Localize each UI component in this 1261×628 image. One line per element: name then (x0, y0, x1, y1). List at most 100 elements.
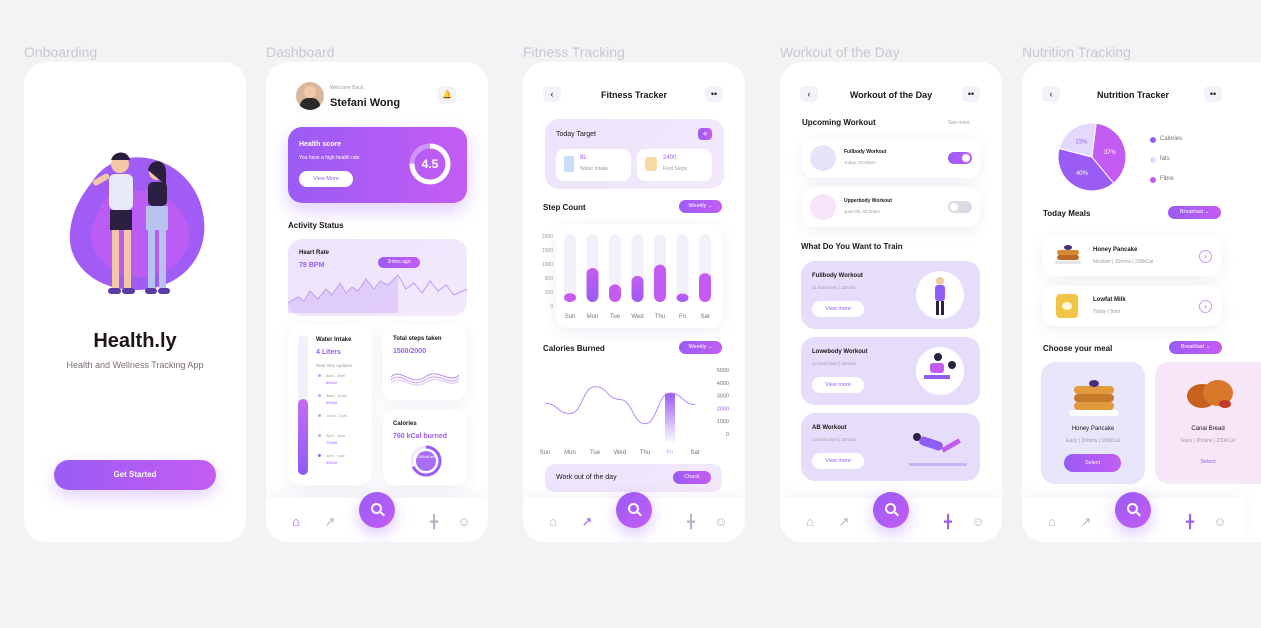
workout-of-day-text: Work out of the day (556, 474, 617, 481)
meal-detail: Medium | 30mins | 230kCal (1093, 259, 1154, 265)
select-button[interactable]: Select (1155, 459, 1261, 465)
bar (564, 293, 576, 302)
dumbbell-icon[interactable]: ╋ (426, 514, 442, 530)
workout-screen: ‹ Workout of the Day •• Upcoming Workout… (780, 62, 1002, 542)
workout-of-day-banner: Work out of the day Check (545, 464, 722, 492)
dumbbell-icon[interactable]: ╋ (683, 514, 699, 530)
highlight-column (665, 393, 675, 444)
home-icon[interactable]: ⌂ (545, 514, 561, 530)
add-target-button[interactable]: + (698, 128, 712, 140)
x-tick-label: Sat (700, 314, 709, 320)
bar (609, 284, 621, 302)
view-more-button[interactable]: View more (812, 377, 864, 393)
profile-icon[interactable]: ☺ (1212, 514, 1228, 530)
activity-icon[interactable]: ↗ (322, 514, 338, 530)
x-tick-label: Mon (587, 314, 599, 320)
select-button[interactable]: Select (1064, 454, 1121, 472)
y-tick: 500 (544, 276, 553, 282)
meal-name: Lowfat Milk (1093, 297, 1126, 303)
choose-period-dropdown[interactable]: Breakfast ⌄ (1169, 341, 1222, 354)
steps-value: 1500/2000 (393, 348, 427, 355)
meal-item[interactable]: Lowfat Milk Today | 8am › (1043, 286, 1221, 326)
upcoming-name: Fullbody Workout (844, 149, 887, 155)
upcoming-workout-item[interactable]: Upperbody Workout June 05, 02:00pm (802, 187, 980, 227)
more-icon[interactable]: •• (1204, 86, 1222, 102)
profile-icon[interactable]: ☺ (970, 514, 986, 530)
activity-icon[interactable]: ↗ (1078, 514, 1094, 530)
x-tick-label: Wed (631, 314, 643, 320)
user-name: Stefani Wong (330, 97, 401, 109)
upcoming-toggle-off[interactable] (948, 201, 972, 213)
chevron-right-icon[interactable]: › (1199, 300, 1212, 313)
water-target: 8L Water Intake (556, 149, 631, 181)
meal-choice-card: Honey Pancake Easy | 30mins | 180kCal Se… (1041, 362, 1145, 484)
y-tick-label: 1000 (717, 419, 729, 425)
bar-track (564, 234, 576, 302)
calories-burned-chart: Sun Mon Tue Wed Thu Fri Sat 5000 4000 3000 2000 100… (540, 368, 729, 456)
search-button[interactable] (616, 492, 652, 528)
fitness-screen: ‹ Fitness Tracker •• Today Target + 8L W… (523, 62, 745, 542)
get-started-button[interactable]: Get Started (54, 460, 216, 490)
dumbbell-icon[interactable]: ╋ (940, 514, 956, 530)
train-name: Fullbody Workout (812, 273, 863, 279)
calories-burned-title: Calories Burned (543, 344, 605, 353)
fitness-couple-illustration (69, 152, 205, 294)
fullbody-illustration-icon (916, 271, 964, 319)
onboarding-screen: Health.ly Health and Wellness Tracking A… (24, 62, 246, 542)
view-more-button[interactable]: View more (812, 453, 864, 469)
y-tick: 0 (550, 304, 553, 310)
profile-icon[interactable]: ☺ (713, 514, 729, 530)
chevron-right-icon[interactable]: › (1199, 250, 1212, 263)
water-log: 6am - 8am 600ml 9am - 11am 500ml 11am - … (318, 373, 368, 473)
meal-item[interactable]: Honey Pancake Medium | 30mins | 230kCal … (1043, 236, 1221, 276)
see-more-link[interactable]: See more (948, 120, 970, 126)
more-icon[interactable]: •• (705, 86, 723, 102)
upcoming-time: Today, 03:00pm (844, 160, 876, 165)
water-intake-sub: Real time updates (316, 363, 353, 368)
dumbbell-icon[interactable]: ╋ (1182, 514, 1198, 530)
x-tick-label: Sun (540, 450, 551, 456)
step-period-dropdown[interactable]: Weekly ⌄ (679, 200, 722, 213)
upcoming-toggle-on[interactable] (948, 152, 972, 164)
choice-detail: Easy | 20mins | 230kCal (1181, 438, 1235, 444)
avatar[interactable] (296, 82, 324, 110)
calories-period-dropdown[interactable]: Weekly ⌄ (679, 341, 722, 354)
home-icon[interactable]: ⌂ (802, 514, 818, 530)
heart-rate-card: Heart Rate 78 BPM 3mins ago (288, 239, 467, 316)
water-intake-value: 4 Liters (316, 349, 341, 356)
home-icon[interactable]: ⌂ (1044, 514, 1060, 530)
upcoming-name: Upperbody Workout (844, 198, 892, 204)
pancake-icon (1055, 244, 1081, 266)
health-score-value: 4.5 (421, 157, 439, 171)
activity-icon[interactable]: ↗ (579, 514, 595, 530)
app-name: Health.ly (93, 330, 177, 352)
y-tick: 1500 (541, 248, 553, 254)
search-button[interactable] (359, 492, 395, 528)
pie-label: 40% (1076, 171, 1089, 177)
meals-period-dropdown[interactable]: Breakfast ⌄ (1168, 206, 1221, 219)
train-card: Fullbody Workout 11 Exercises | 32mins V… (801, 261, 980, 329)
check-button[interactable]: Check (673, 471, 711, 484)
notification-bell-icon[interactable]: 🔔 (438, 86, 456, 104)
step-count-chart: Sun Mon Tue Wed Thu Fri Sat (564, 234, 711, 320)
water-log-item: 4pm - now 900ml (318, 453, 368, 473)
home-icon[interactable]: ⌂ (288, 514, 304, 530)
profile-icon[interactable]: ☺ (456, 514, 472, 530)
more-icon[interactable]: •• (962, 86, 980, 102)
y-tick-label: 4000 (717, 381, 729, 387)
bar (699, 273, 711, 302)
water-target-label: Water Intake (580, 166, 609, 172)
calories-ring (410, 445, 442, 477)
choice-detail: Easy | 30mins | 180kCal (1066, 438, 1120, 444)
today-target-title: Today Target (556, 131, 596, 138)
view-more-button[interactable]: View More (299, 171, 353, 187)
train-detail: 14 Exercises | 20mins (812, 437, 856, 442)
upcoming-workout-item[interactable]: Fullbody Workout Today, 03:00pm (802, 138, 980, 178)
view-more-button[interactable]: View more (812, 301, 864, 317)
search-button[interactable] (1115, 492, 1151, 528)
steps-target-value: 2400 (663, 155, 677, 161)
y-tick: 1000 (541, 262, 553, 268)
steps-title: Total steps taken (393, 336, 442, 342)
activity-icon[interactable]: ↗ (836, 514, 852, 530)
search-button[interactable] (873, 492, 909, 528)
